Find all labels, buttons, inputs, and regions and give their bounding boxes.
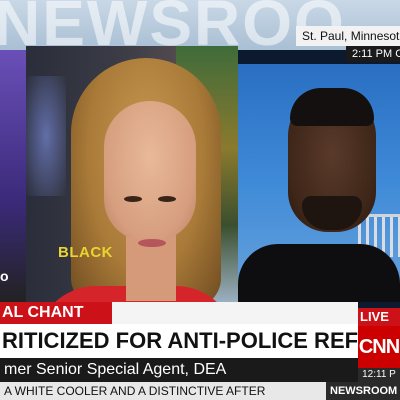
headline-banner: RITICIZED FOR ANTI-POLICE REFRAIN <box>0 324 358 358</box>
ticker-program-label: NEWSROOM <box>326 382 400 400</box>
guest-hair <box>290 88 374 126</box>
live-badge: LIVE <box>358 308 400 326</box>
anchor-right-eye <box>158 196 176 202</box>
studio-glow <box>26 76 66 196</box>
anchor-lips <box>138 239 166 247</box>
segment-tag-band <box>112 302 358 324</box>
left-video-panel <box>0 50 26 302</box>
network-logo-text: CNN <box>358 335 400 358</box>
guest-shirt-text: BLACK <box>58 244 113 261</box>
guest-shirt <box>238 244 400 302</box>
anchor-video-panel <box>26 46 238 302</box>
left-panel-letter: o <box>0 268 9 284</box>
broadcast-time: 12:11 P <box>358 368 400 382</box>
network-logo: CNN <box>358 326 400 368</box>
location-caption: St. Paul, Minnesota <box>296 26 400 46</box>
broadcast-frame: NEWSROO o BLACK St. Paul, Minnesota 2:11… <box>0 0 400 400</box>
anchor-face <box>104 101 196 241</box>
guest-video-panel <box>238 64 400 302</box>
segment-tag: AL CHANT <box>0 302 112 324</box>
news-ticker: A WHITE COOLER AND A DISTINCTIVE AFTER <box>0 382 326 400</box>
guest-title-banner: mer Senior Special Agent, DEA <box>0 358 358 382</box>
local-time-caption: 2:11 PM C <box>346 46 400 62</box>
anchor-left-eye <box>124 196 142 202</box>
